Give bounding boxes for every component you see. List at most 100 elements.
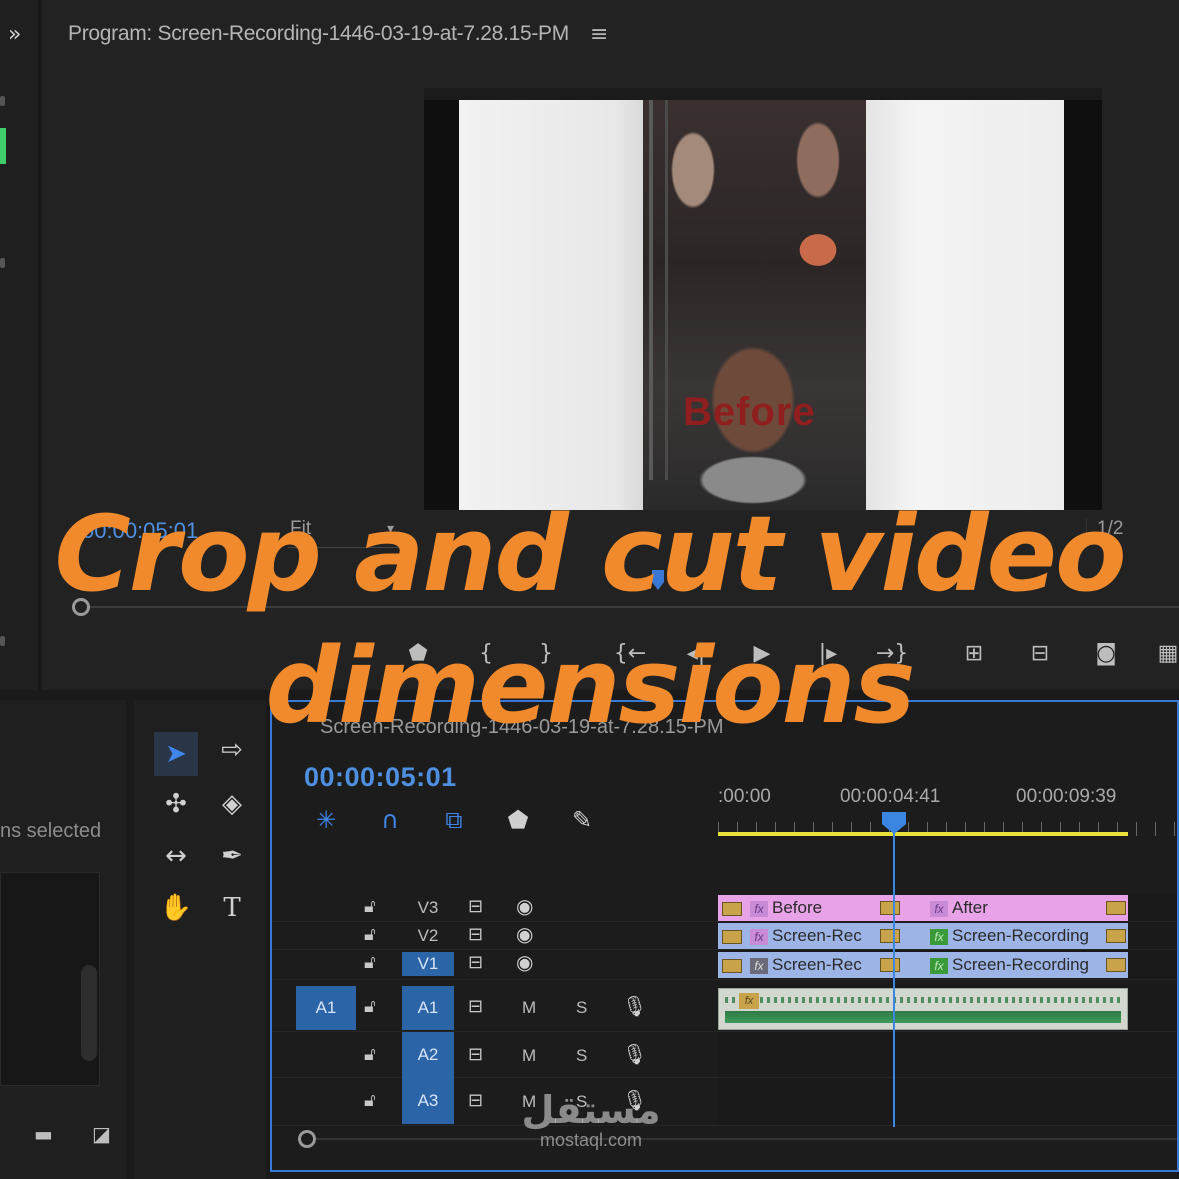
panel-dot	[0, 96, 5, 106]
clip-cap	[1106, 958, 1126, 972]
clip-label: Screen-Recording	[952, 926, 1090, 945]
items-selected-label: ns selected	[0, 820, 102, 842]
audio-meter-indicator	[0, 128, 6, 164]
linked-selection-icon[interactable]: ⧉	[436, 802, 472, 838]
video-topbar	[424, 88, 1102, 100]
video-white-area-right	[866, 100, 1064, 510]
sync-lock-icon[interactable]: ⊟	[468, 1090, 483, 1111]
track-header: 🔓︎ V2 ⊟ ◉	[272, 922, 718, 949]
ripple-edit-tool-icon[interactable]: ✣	[154, 782, 198, 826]
mute-button[interactable]: M	[522, 998, 536, 1018]
sync-lock-icon[interactable]: ⊟	[468, 996, 483, 1017]
program-video-frame[interactable]: Before	[424, 88, 1102, 510]
headline-line-2: dimensions	[265, 625, 916, 747]
clip-cap	[880, 958, 900, 972]
source-patch[interactable]: A1	[296, 986, 356, 1030]
clip-cap	[1106, 901, 1126, 915]
track-header: 🔓︎ A2 ⊟ M S 🎙︎	[272, 1032, 718, 1078]
razor-tool-icon[interactable]: ◈	[210, 782, 254, 826]
track-header: A1 🔓︎ A1 ⊟ M S 🎙︎	[272, 984, 718, 1031]
program-title[interactable]: Program: Screen-Recording-1446-03-19-at-…	[68, 22, 569, 46]
track-name[interactable]: V3	[402, 898, 454, 918]
clip-label: After	[952, 898, 988, 917]
clip[interactable]: fx After	[902, 895, 1128, 921]
sync-lock-icon[interactable]: ⊟	[468, 924, 483, 945]
timeline-zoom-handle[interactable]	[298, 1130, 316, 1148]
lock-icon[interactable]: 🔓︎	[364, 1090, 376, 1111]
clip[interactable]: fx Screen-Rec	[718, 923, 902, 949]
video-white-area-left	[459, 100, 643, 510]
track-a1: A1 🔓︎ A1 ⊟ M S 🎙︎ fx	[272, 984, 1177, 1032]
fx-icon: fx	[930, 900, 948, 917]
track-a2: 🔓︎ A2 ⊟ M S 🎙︎	[272, 1032, 1177, 1078]
project-bin-list[interactable]	[0, 872, 100, 1086]
sync-lock-icon[interactable]: ⊟	[468, 896, 483, 917]
lock-icon[interactable]: 🔓︎	[364, 924, 376, 945]
clip[interactable]: fx Screen-Recording	[902, 923, 1128, 949]
clip-label: Screen-Recording	[952, 955, 1090, 974]
clip[interactable]: fx Screen-Rec	[718, 952, 902, 978]
fx-icon: fx	[930, 957, 948, 974]
track-content[interactable]	[718, 1032, 1177, 1077]
watermark-arabic: مستقل	[521, 1088, 661, 1132]
sync-lock-icon[interactable]: ⊟	[468, 1044, 483, 1065]
scrollbar[interactable]	[81, 965, 97, 1061]
clip-cap	[1106, 929, 1126, 943]
eye-icon[interactable]: ◉	[516, 950, 533, 974]
fx-icon: fx	[750, 957, 768, 974]
track-a3: 🔓︎ A3 ⊟ M S 🎙︎	[272, 1078, 1177, 1126]
track-name[interactable]: A3	[402, 1078, 454, 1124]
track-content[interactable]: fx Before fx After	[718, 894, 1177, 921]
ruler-label: 00:00:09:39	[1016, 786, 1117, 807]
clip[interactable]: fx Screen-Recording	[902, 952, 1128, 978]
lock-icon[interactable]: 🔓︎	[364, 996, 376, 1017]
timeline-timecode[interactable]: 00:00:05:01	[304, 762, 457, 793]
gym-machine-bar	[665, 100, 668, 480]
wrench-icon[interactable]: ✎	[564, 802, 600, 838]
track-content[interactable]: fx Screen-Rec fx Screen-Recording	[718, 922, 1177, 949]
microphone-icon[interactable]: 🎙︎	[622, 1042, 647, 1066]
waveform	[725, 1011, 1121, 1023]
hand-tool-icon[interactable]: ✋	[154, 886, 198, 930]
new-item-icon[interactable]: ◪	[92, 1124, 116, 1144]
fx-icon: fx	[750, 928, 768, 945]
track-name[interactable]: A2	[402, 1032, 454, 1078]
track-name[interactable]: A1	[402, 986, 454, 1030]
work-area-bar[interactable]	[718, 832, 1128, 836]
fx-icon: fx	[750, 900, 768, 917]
expand-panels-icon[interactable]: »	[8, 22, 22, 47]
solo-button[interactable]: S	[576, 1046, 587, 1066]
clip[interactable]: fx Before	[718, 895, 902, 921]
track-name[interactable]: V2	[402, 926, 454, 946]
timeline-scroll-track[interactable]	[316, 1138, 1177, 1140]
track-content[interactable]	[718, 1078, 1177, 1125]
nest-toggle-icon[interactable]: ✳	[308, 802, 344, 838]
sync-lock-icon[interactable]: ⊟	[468, 952, 483, 973]
lock-icon[interactable]: 🔓︎	[364, 1044, 376, 1065]
panel-menu-icon[interactable]: ≡	[590, 22, 608, 47]
watermark: مستقل mostaql.com	[506, 1090, 676, 1150]
solo-button[interactable]: S	[576, 998, 587, 1018]
lock-icon[interactable]: 🔓︎	[364, 896, 376, 917]
clip-cap	[722, 958, 742, 973]
clip-label: Screen-Rec	[772, 926, 862, 945]
slip-tool-icon[interactable]: ↔	[154, 834, 198, 878]
timeline-panel: Screen-Recording-1446-03-19-at-7.28.15-P…	[270, 700, 1179, 1172]
eye-icon[interactable]: ◉	[516, 894, 533, 918]
lock-icon[interactable]: 🔓︎	[364, 952, 376, 973]
headline-line-1: Crop and cut video	[54, 493, 1126, 615]
eye-icon[interactable]: ◉	[516, 922, 533, 946]
mute-button[interactable]: M	[522, 1046, 536, 1066]
track-name[interactable]: V1	[402, 952, 454, 976]
pen-tool-icon[interactable]: ✒	[210, 834, 254, 878]
panel-dot	[0, 258, 5, 268]
track-content[interactable]: fx	[718, 984, 1177, 1031]
track-v2: 🔓︎ V2 ⊟ ◉ fx Screen-Rec fx Screen-Recordin…	[272, 922, 1177, 950]
track-content[interactable]: fx Screen-Rec fx Screen-Recording	[718, 950, 1177, 979]
audio-clip[interactable]: fx	[718, 988, 1128, 1030]
microphone-icon[interactable]: 🎙︎	[622, 994, 647, 1018]
new-bin-icon[interactable]: ▬	[34, 1124, 58, 1144]
add-marker-icon[interactable]: ⬟	[500, 802, 536, 838]
type-tool-icon[interactable]: T	[210, 886, 254, 930]
snap-icon[interactable]: ∩	[372, 802, 408, 838]
